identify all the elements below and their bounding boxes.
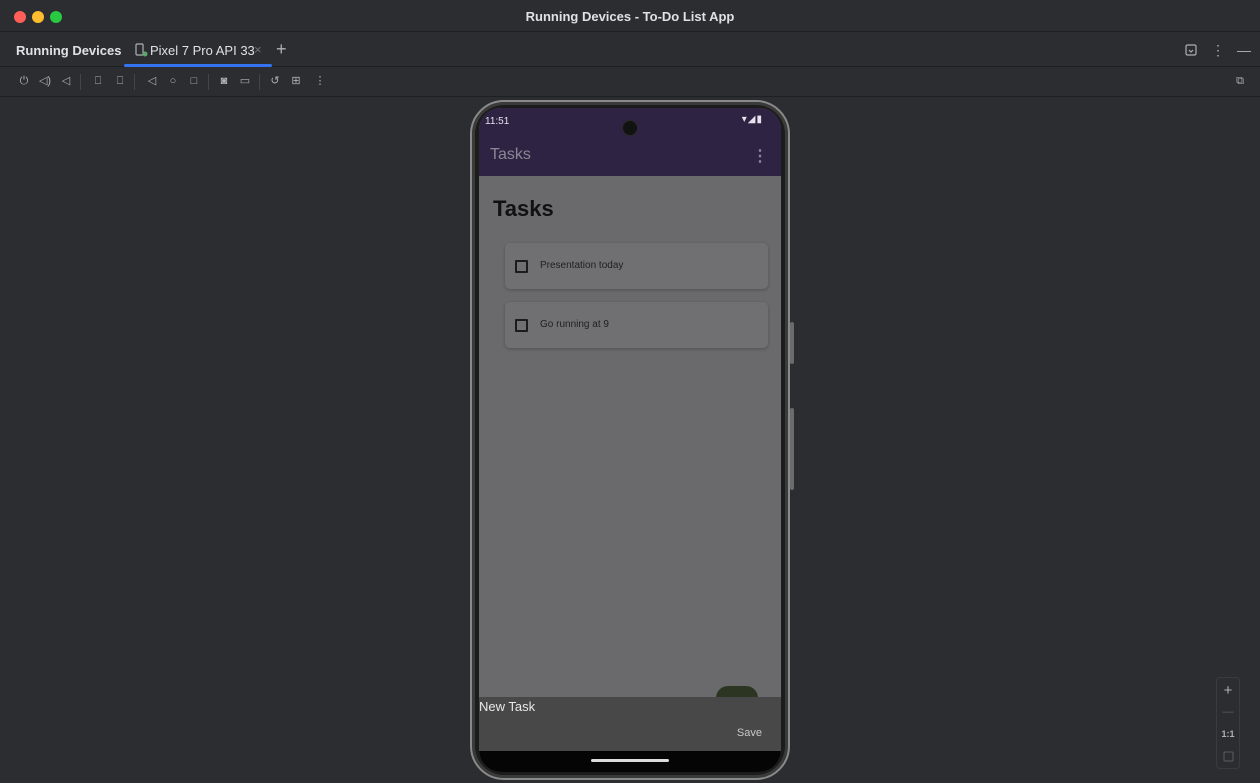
device-mirror-settings-icon[interactable]: ⧉ xyxy=(1232,73,1248,89)
zoom-in-button[interactable]: + xyxy=(1217,680,1239,700)
title-bar: Running Devices - To-Do List App xyxy=(0,0,1260,32)
snapshot-icon[interactable]: ↺ xyxy=(267,73,283,89)
toolbar-separator xyxy=(134,74,135,90)
screenshot-icon[interactable]: ◙ xyxy=(216,73,232,89)
device-toolbar: ⏻ ◁) ◁ ⎕ ⎕ ◁ ○ □ ◙ ▭ ↺ ⊞ ⋮ ⧉ xyxy=(0,68,1260,97)
screen-record-icon[interactable]: ▭ xyxy=(237,73,253,89)
window-title: Running Devices - To-Do List App xyxy=(525,9,735,24)
volume-up-icon[interactable]: ◁) xyxy=(37,73,53,89)
phone-power-button xyxy=(790,322,794,364)
zoom-actual-size-button[interactable]: 1:1 xyxy=(1217,724,1239,744)
save-button[interactable]: Save xyxy=(737,727,762,739)
rotate-right-icon[interactable]: ⎕ xyxy=(112,73,128,89)
active-tab-indicator xyxy=(124,64,272,67)
power-icon[interactable]: ⏻ xyxy=(16,73,32,89)
home-icon[interactable]: ○ xyxy=(165,73,181,89)
tab-pixel-7-pro[interactable]: Pixel 7 Pro API 33 × xyxy=(124,33,272,67)
task-checkbox[interactable] xyxy=(515,260,528,273)
view-mode-icon[interactable] xyxy=(1185,44,1197,56)
page-heading: Tasks xyxy=(493,196,554,221)
add-tab-button[interactable]: + xyxy=(276,39,287,60)
zoom-out-button[interactable]: — xyxy=(1217,702,1239,722)
new-task-title: New Task xyxy=(479,699,536,714)
tool-window-title: Running Devices xyxy=(16,43,122,58)
zoom-controls: + — 1:1 xyxy=(1216,677,1240,769)
more-icon[interactable]: ⋮ xyxy=(312,73,328,89)
phone-volume-button xyxy=(790,408,794,490)
status-icons: ▾◢▮ xyxy=(741,114,763,125)
overview-icon[interactable]: □ xyxy=(186,73,202,89)
tab-label: Pixel 7 Pro API 33 xyxy=(150,43,255,58)
task-list-content: Tasks Presentation today Go running at 9 xyxy=(479,176,781,696)
volume-down-icon[interactable]: ◁ xyxy=(58,73,74,89)
task-card[interactable]: Go running at 9 xyxy=(505,302,768,348)
front-camera xyxy=(622,120,638,136)
rotate-left-icon[interactable]: ⎕ xyxy=(90,73,106,89)
status-time: 11:51 xyxy=(485,116,510,127)
back-icon[interactable]: ◁ xyxy=(144,73,160,89)
tab-close-icon[interactable]: × xyxy=(254,42,262,57)
app-bar-title: Tasks xyxy=(490,146,531,163)
ide-window: Running Devices - To-Do List App Running… xyxy=(0,0,1260,783)
tool-window-header: Running Devices Pixel 7 Pro API 33 × + ⋮… xyxy=(0,33,1260,67)
navigation-bar xyxy=(479,751,781,772)
device-screen[interactable]: 11:51 ▾◢▮ Tasks ⋮ Tasks Presentation tod… xyxy=(479,108,781,772)
hide-tool-window-icon[interactable]: — xyxy=(1237,42,1251,58)
toolbar-separator xyxy=(259,74,260,90)
task-checkbox[interactable] xyxy=(515,319,528,332)
device-icon xyxy=(135,43,148,57)
app-bar: Tasks ⋮ xyxy=(479,136,781,176)
zoom-fit-icon[interactable] xyxy=(1217,746,1239,766)
more-options-icon[interactable]: ⋮ xyxy=(1211,42,1225,59)
layout-inspector-icon[interactable]: ⊞ xyxy=(288,73,304,89)
task-label: Go running at 9 xyxy=(540,319,609,330)
home-gesture-handle[interactable] xyxy=(591,759,669,762)
task-label: Presentation today xyxy=(540,260,624,271)
fit-screen-icon xyxy=(1223,751,1233,761)
status-bar: 11:51 ▾◢▮ xyxy=(479,108,781,136)
toolbar-separator xyxy=(80,74,81,90)
overflow-menu-icon[interactable]: ⋮ xyxy=(752,146,768,166)
toolbar-separator xyxy=(208,74,209,90)
new-task-sheet: New Task Save xyxy=(479,697,781,751)
task-card[interactable]: Presentation today xyxy=(505,243,768,289)
